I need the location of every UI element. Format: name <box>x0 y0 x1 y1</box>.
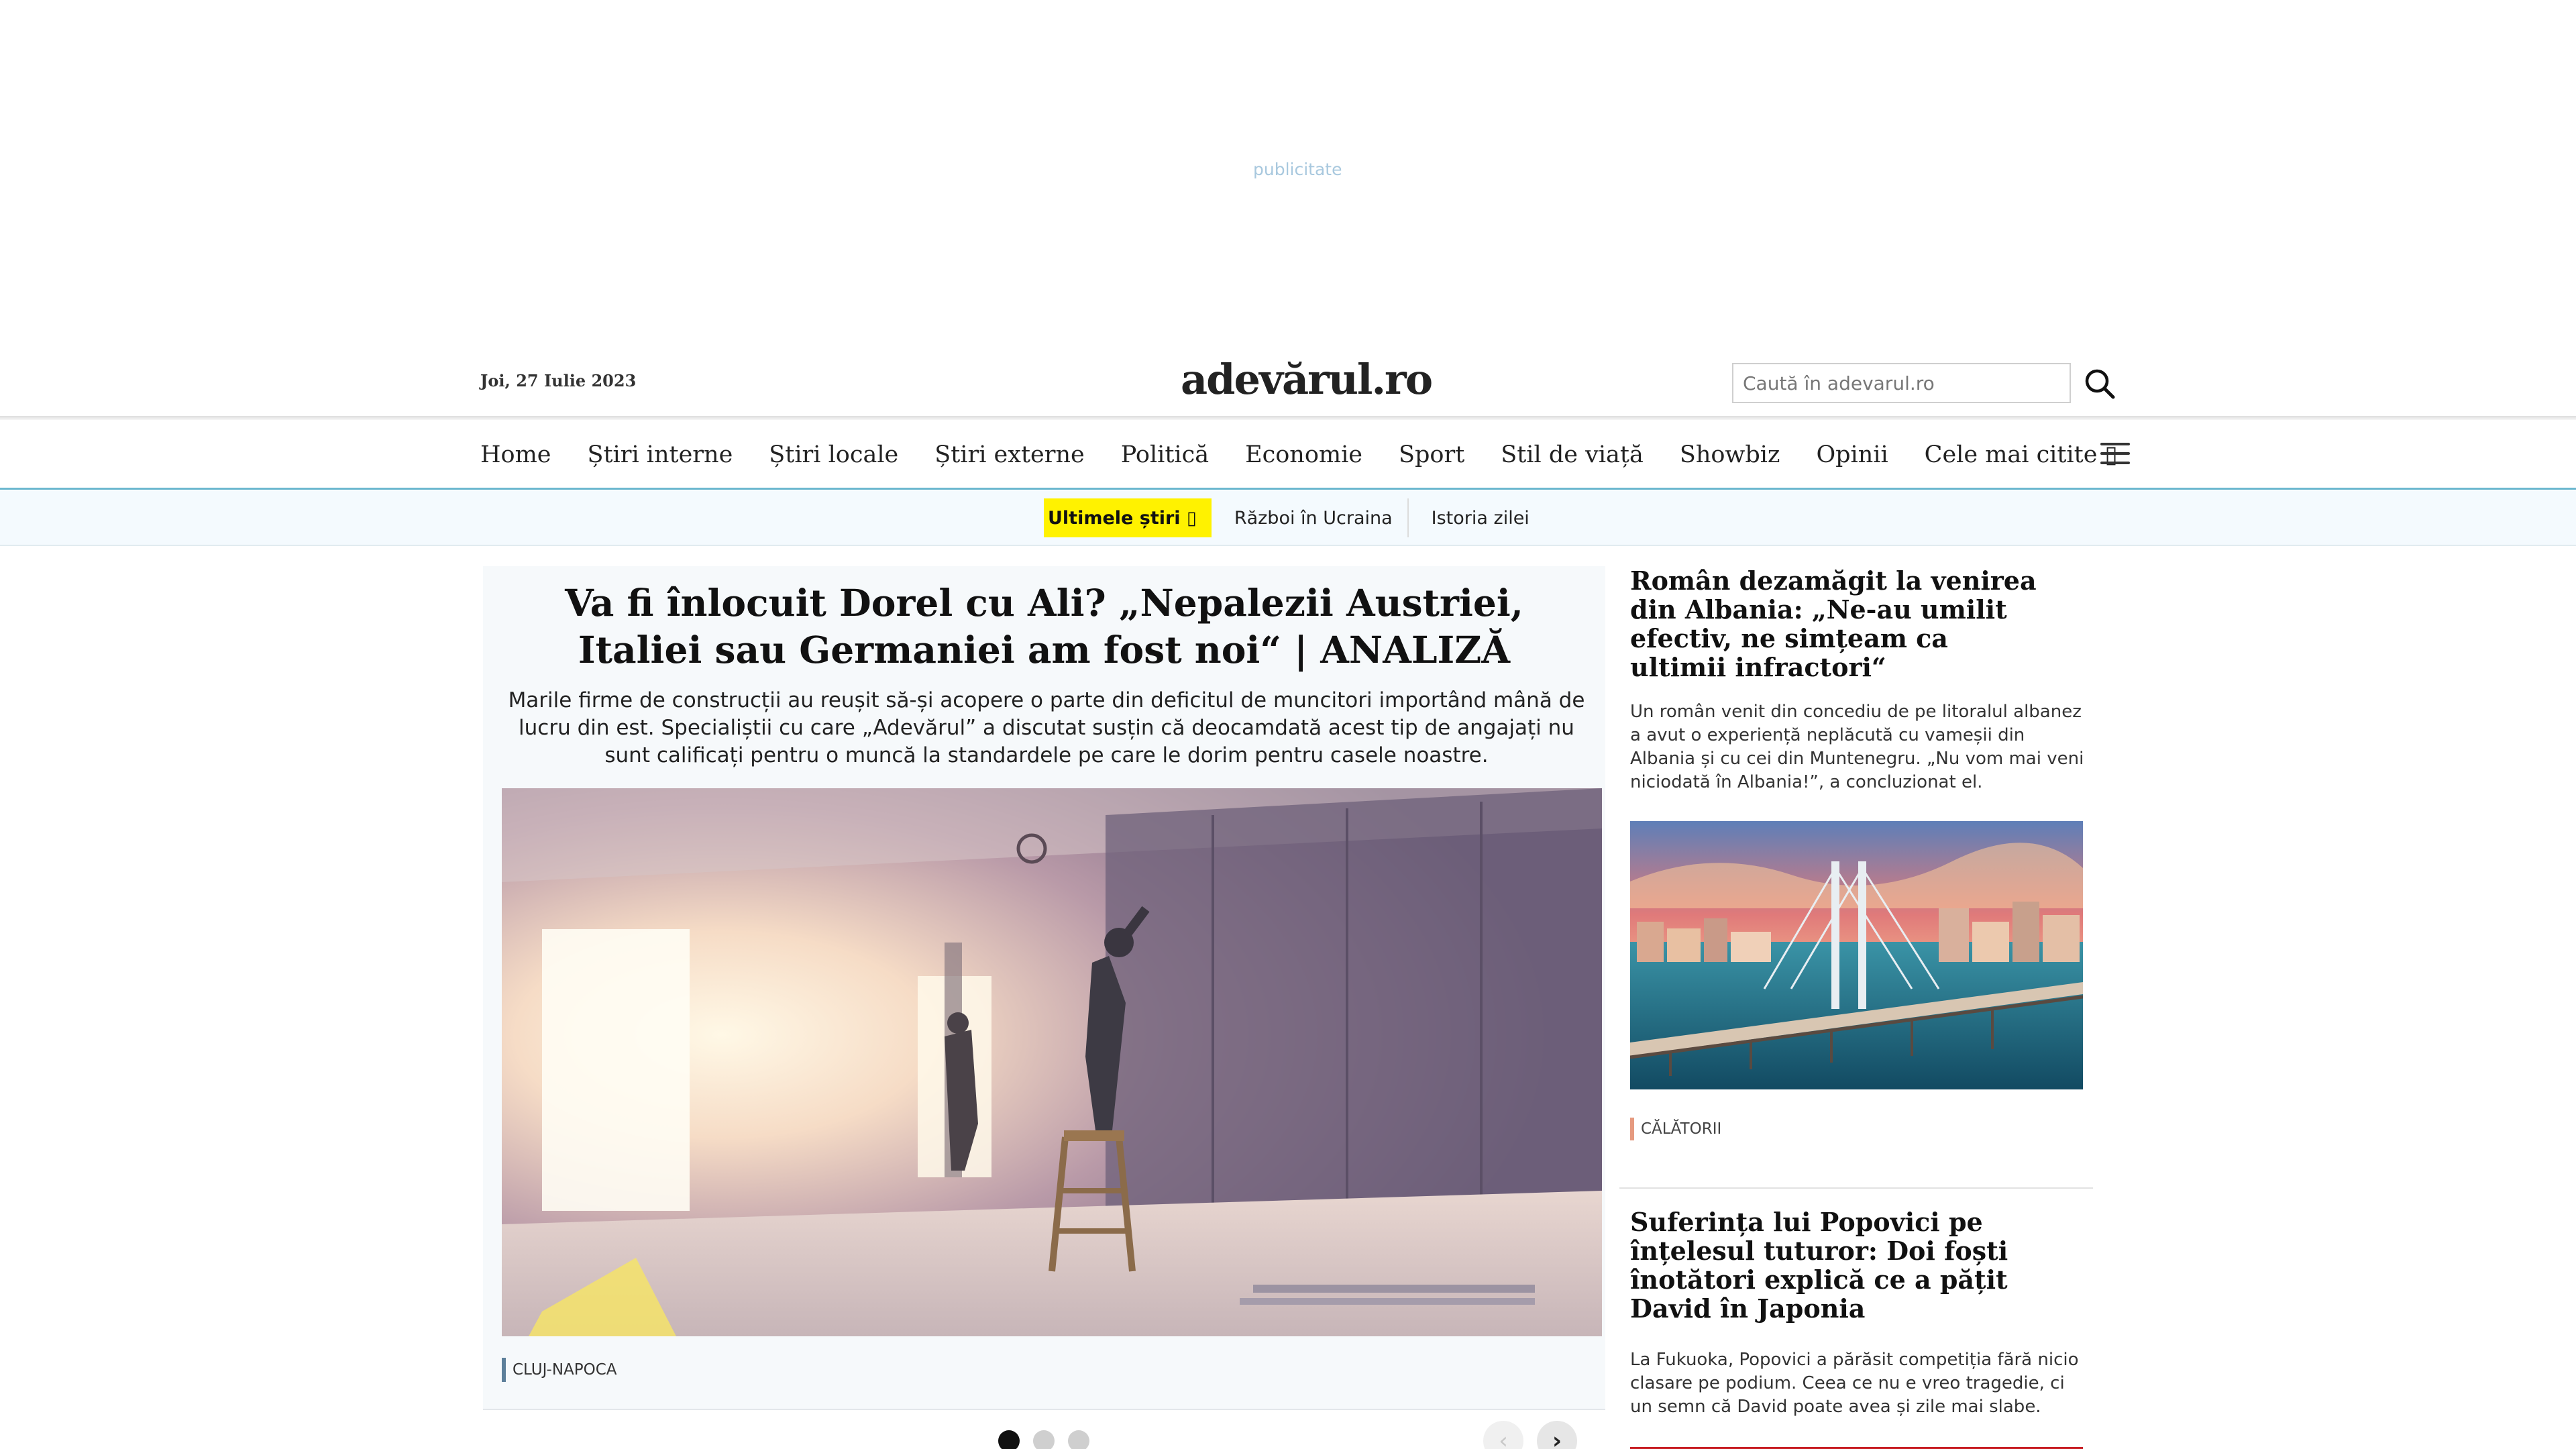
side-article-title[interactable]: Român dezamăgit la venirea din Albania: … <box>1630 566 2039 682</box>
main-nav: Home Știri interne Știri locale Știri ex… <box>0 420 2576 490</box>
side-article-title[interactable]: Suferința lui Popovici pe înțelesul tutu… <box>1630 1208 2039 1323</box>
construction-photo <box>502 788 1602 1336</box>
nav-item-cele-mai-citite[interactable]: Cele mai citite ▯ <box>1925 441 2118 468</box>
nav-item-politica[interactable]: Politică <box>1121 441 1209 468</box>
sub-nav: Ultimele știri ▯ Război în Ucraina Istor… <box>0 490 2576 546</box>
nav-item-home[interactable]: Home <box>480 441 551 468</box>
featured-article-image[interactable] <box>502 788 1602 1336</box>
albania-photo <box>1630 821 2083 1089</box>
nav-item-economie[interactable]: Economie <box>1245 441 1362 468</box>
search-icon[interactable] <box>2083 367 2116 400</box>
nav-items: Home Știri interne Știri locale Știri ex… <box>480 420 2154 490</box>
ad-banner[interactable]: publicitate <box>0 0 2576 345</box>
header-date: Joi, 27 Iulie 2023 <box>480 371 637 390</box>
sub-nav-razboi-ucraina[interactable]: Război în Ucraina <box>1212 498 1409 537</box>
side-divider <box>1619 1187 2093 1189</box>
search-placeholder: Caută în adevarul.ro <box>1743 372 1935 394</box>
carousel-dots <box>998 1430 1103 1449</box>
nav-item-stiri-locale[interactable]: Știri locale <box>769 441 898 468</box>
featured-divider <box>483 1409 1605 1410</box>
nav-item-showbiz[interactable]: Showbiz <box>1680 441 1780 468</box>
site-header: Joi, 27 Iulie 2023 adevărul.ro Caută în … <box>0 345 2576 416</box>
ad-label: publicitate <box>1253 160 1342 179</box>
site-logo[interactable]: adevărul.ro <box>1181 356 1433 403</box>
side-article-2: Suferința lui Popovici pe înțelesul tutu… <box>1630 1208 2093 1419</box>
featured-article-title[interactable]: Va fi înlocuit Dorel cu Ali? „Nepalezii … <box>483 580 1605 674</box>
nav-item-stiri-interne[interactable]: Știri interne <box>588 441 733 468</box>
nav-item-sport[interactable]: Sport <box>1399 441 1464 468</box>
carousel-prev-button[interactable]: ‹ <box>1483 1421 1523 1449</box>
nav-item-stiri-externe[interactable]: Știri externe <box>934 441 1085 468</box>
featured-article-tag[interactable]: CLUJ-NAPOCA <box>502 1358 617 1382</box>
side-article-image[interactable] <box>1630 821 2083 1089</box>
nav-item-stil-de-viata[interactable]: Stil de viață <box>1501 441 1644 468</box>
carousel-next-button[interactable]: › <box>1537 1421 1577 1449</box>
carousel-dot-1[interactable] <box>998 1430 1020 1449</box>
carousel-dot-3[interactable] <box>1068 1430 1089 1449</box>
side-article-1: Român dezamăgit la venirea din Albania: … <box>1630 566 2093 1140</box>
menu-icon[interactable] <box>2100 443 2130 466</box>
side-article-lead: La Fukuoka, Popovici a părăsit competiți… <box>1630 1350 2079 1417</box>
featured-article: Va fi înlocuit Dorel cu Ali? „Nepalezii … <box>483 566 1605 1409</box>
side-article-lead: Un român venit din concediu de pe litora… <box>1630 702 2084 792</box>
sub-nav-items: Ultimele știri ▯ Război în Ucraina Istor… <box>1044 498 1544 537</box>
nav-item-opinii[interactable]: Opinii <box>1816 441 1888 468</box>
sub-nav-latest-news[interactable]: Ultimele știri ▯ <box>1044 498 1212 537</box>
side-article-tag[interactable]: CĂLĂTORII <box>1630 1118 2093 1140</box>
search-input[interactable]: Caută în adevarul.ro <box>1732 363 2071 403</box>
sub-nav-istoria-zilei[interactable]: Istoria zilei <box>1409 498 1544 537</box>
carousel-dot-2[interactable] <box>1033 1430 1055 1449</box>
featured-article-lead: Marile firme de construcții au reușit să… <box>508 688 1585 767</box>
